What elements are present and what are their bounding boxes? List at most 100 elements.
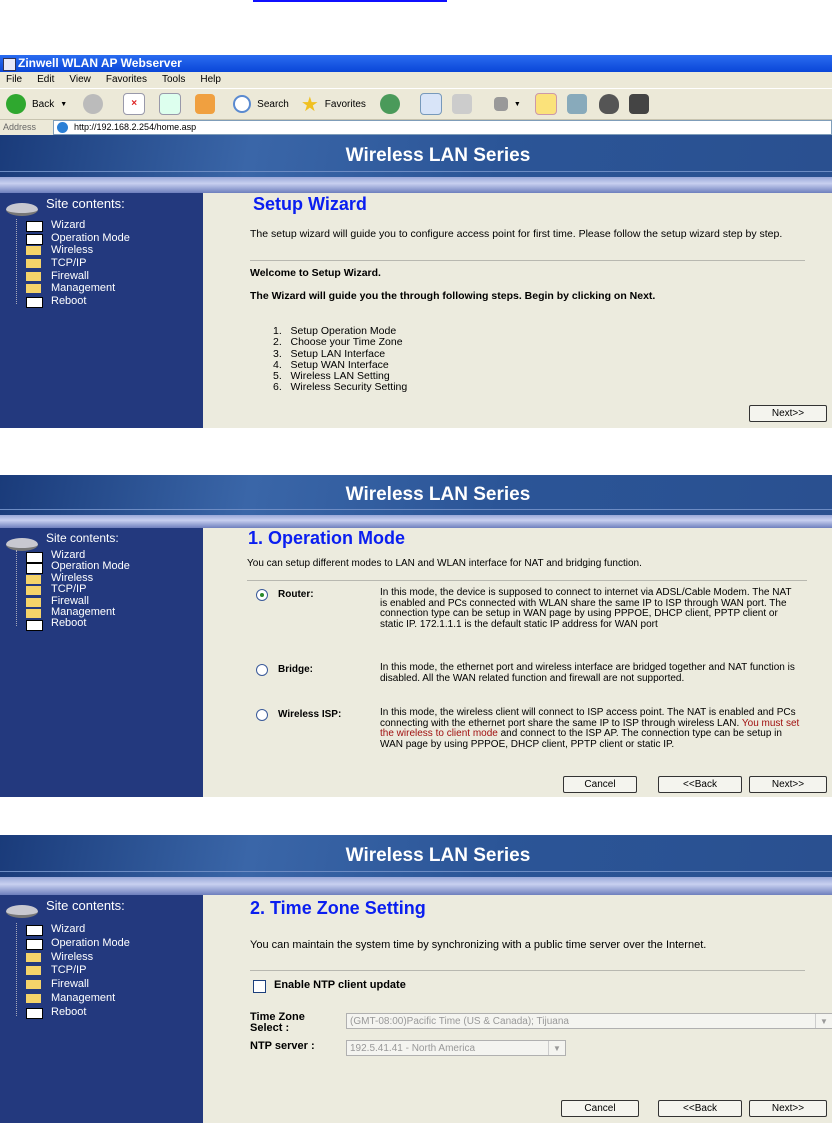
sidebar-item-firewall[interactable]: Firewall bbox=[26, 978, 130, 992]
sidebar-item-reboot[interactable]: Reboot bbox=[26, 1006, 130, 1020]
sidebar-item-reboot[interactable]: Reboot bbox=[26, 618, 130, 632]
sidebar-item-operation-mode[interactable]: Operation Mode bbox=[26, 232, 130, 245]
sidebar-item-wireless[interactable]: Wireless bbox=[26, 244, 130, 257]
intro-text: You can maintain the system time by sync… bbox=[250, 939, 707, 951]
wireless-isp-radio[interactable] bbox=[256, 709, 268, 721]
wireless-isp-label: Wireless ISP: bbox=[278, 709, 342, 720]
banner-stripe bbox=[0, 177, 832, 193]
intro-text: You can setup different modes to LAN and… bbox=[247, 558, 642, 569]
router-radio[interactable] bbox=[256, 589, 268, 601]
edit-icon[interactable] bbox=[493, 97, 508, 111]
banner-title: Wireless LAN Series bbox=[345, 145, 531, 166]
back-button[interactable]: <<Back bbox=[658, 1100, 742, 1117]
banner: Wireless LAN Series bbox=[0, 135, 832, 177]
page-title: 2. Time Zone Setting bbox=[250, 898, 426, 918]
menu-tools[interactable]: Tools bbox=[156, 72, 194, 88]
search-button[interactable]: Search bbox=[257, 99, 289, 110]
history-icon[interactable] bbox=[379, 94, 400, 114]
window-titlebar: Zinwell WLAN AP Webserver bbox=[0, 55, 832, 72]
url-input[interactable]: http://192.168.2.254/home.asp bbox=[53, 120, 832, 135]
banner-title: Wireless LAN Series bbox=[345, 845, 531, 866]
window-title: Zinwell WLAN AP Webserver bbox=[18, 56, 182, 70]
steps-list: 1. Setup Operation Mode 2. Choose your T… bbox=[273, 325, 407, 394]
ntp-server-select[interactable]: 192.5.41.41 - North America ▼ bbox=[346, 1040, 566, 1056]
content-area: 1. Operation Mode You can setup differen… bbox=[203, 528, 832, 797]
page-title: 1. Operation Mode bbox=[248, 528, 406, 548]
favorites-star-icon[interactable]: ★ bbox=[301, 92, 319, 117]
bridge-radio[interactable] bbox=[256, 664, 268, 676]
next-button[interactable]: Next>> bbox=[749, 405, 827, 422]
screenshot-setup-wizard: Zinwell WLAN AP Webserver File Edit View Fa… bbox=[0, 55, 832, 428]
browser-toolbar: Back ▼ × Search ★ Favorites ▼ bbox=[0, 88, 832, 120]
next-button[interactable]: Next>> bbox=[749, 776, 827, 793]
cancel-button[interactable]: Cancel bbox=[563, 776, 637, 793]
next-button[interactable]: Next>> bbox=[749, 1100, 827, 1117]
folder-icon bbox=[26, 284, 41, 294]
folder-icon bbox=[26, 246, 41, 256]
timezone-select[interactable]: (GMT-08:00)Pacific Time (US & Canada); T… bbox=[346, 1013, 832, 1029]
document-link-underline[interactable] bbox=[253, 0, 447, 2]
home-icon[interactable] bbox=[195, 94, 216, 114]
folder-icon bbox=[26, 259, 41, 269]
page-icon bbox=[26, 221, 43, 232]
dropdown-icon[interactable]: ▼ bbox=[60, 101, 67, 108]
page-icon bbox=[26, 233, 43, 245]
sidebar-item-wireless[interactable]: Wireless bbox=[26, 951, 130, 965]
screenshot-time-zone: Wireless LAN Series Site contents: Wizar… bbox=[0, 835, 832, 1123]
router-label: Router: bbox=[278, 589, 314, 600]
sidebar: Site contents: Wizard Operation Mode Wir… bbox=[0, 193, 203, 428]
paw-icon[interactable] bbox=[598, 94, 619, 114]
page-title: Setup Wizard bbox=[253, 194, 367, 214]
ie-page-icon bbox=[3, 58, 16, 71]
sidebar-item-tcpip[interactable]: TCP/IP bbox=[26, 257, 130, 270]
sidebar-item-tcpip[interactable]: TCP/IP bbox=[26, 964, 130, 978]
screenshot-operation-mode: Wireless LAN Series Site contents: Wizar… bbox=[0, 475, 832, 797]
ntp-checkbox[interactable] bbox=[253, 980, 266, 993]
forward-arrow-icon[interactable] bbox=[83, 94, 104, 114]
sidebar-item-wizard[interactable]: Wizard bbox=[26, 219, 130, 232]
back-button[interactable]: <<Back bbox=[658, 776, 742, 793]
stop-icon[interactable]: × bbox=[123, 93, 146, 115]
bridge-description: In this mode, the ethernet port and wire… bbox=[380, 662, 795, 684]
cancel-button[interactable]: Cancel bbox=[561, 1100, 639, 1117]
chevron-down-icon: ▼ bbox=[548, 1041, 565, 1055]
menu-bar: File Edit View Favorites Tools Help bbox=[0, 72, 832, 88]
banner: Wireless LAN Series bbox=[0, 835, 832, 877]
sidebar-title: Site contents: bbox=[46, 898, 125, 913]
research-icon[interactable] bbox=[566, 94, 587, 114]
welcome-text: Welcome to Setup Wizard. bbox=[250, 267, 381, 279]
banner: Wireless LAN Series bbox=[0, 475, 832, 515]
bridge-label: Bridge: bbox=[278, 664, 313, 675]
sidebar-item-management[interactable]: Management bbox=[26, 282, 130, 295]
menu-view[interactable]: View bbox=[63, 72, 100, 88]
back-button[interactable]: Back bbox=[32, 99, 54, 110]
menu-help[interactable]: Help bbox=[194, 72, 230, 88]
folder-icon bbox=[26, 271, 41, 281]
sidebar-item-firewall[interactable]: Firewall bbox=[26, 270, 130, 283]
content-area: 2. Time Zone Setting You can maintain th… bbox=[203, 895, 832, 1123]
search-icon[interactable] bbox=[233, 95, 252, 113]
sidebar-item-reboot[interactable]: Reboot bbox=[26, 295, 130, 309]
print-icon[interactable] bbox=[451, 94, 472, 114]
disk-icon bbox=[6, 905, 38, 918]
sidebar: Site contents: Wizard Operation Mode Wir… bbox=[0, 528, 203, 797]
mail-icon[interactable] bbox=[419, 93, 442, 115]
favorites-button[interactable]: Favorites bbox=[325, 99, 366, 110]
timezone-label: Time Zone Select : bbox=[250, 1011, 305, 1035]
address-label: Address bbox=[3, 122, 37, 132]
sidebar-item-operation-mode[interactable]: Operation Mode bbox=[26, 937, 130, 951]
back-arrow-icon[interactable] bbox=[6, 94, 26, 114]
banner-title: Wireless LAN Series bbox=[345, 484, 531, 505]
menu-edit[interactable]: Edit bbox=[31, 72, 63, 88]
dropdown-icon[interactable]: ▼ bbox=[514, 101, 521, 108]
sidebar-item-wizard[interactable]: Wizard bbox=[26, 923, 130, 937]
ntp-server-label: NTP server : bbox=[250, 1040, 315, 1052]
sidebar-item-management[interactable]: Management bbox=[26, 992, 130, 1006]
wireless-isp-description: In this mode, the wireless client will c… bbox=[380, 707, 800, 750]
note-icon[interactable] bbox=[534, 93, 557, 115]
menu-file[interactable]: File bbox=[0, 72, 31, 88]
menu-favorites[interactable]: Favorites bbox=[100, 72, 156, 88]
refresh-icon[interactable] bbox=[159, 93, 182, 115]
intro-text: The setup wizard will guide you to confi… bbox=[250, 228, 783, 240]
extension-icon[interactable] bbox=[628, 94, 649, 114]
